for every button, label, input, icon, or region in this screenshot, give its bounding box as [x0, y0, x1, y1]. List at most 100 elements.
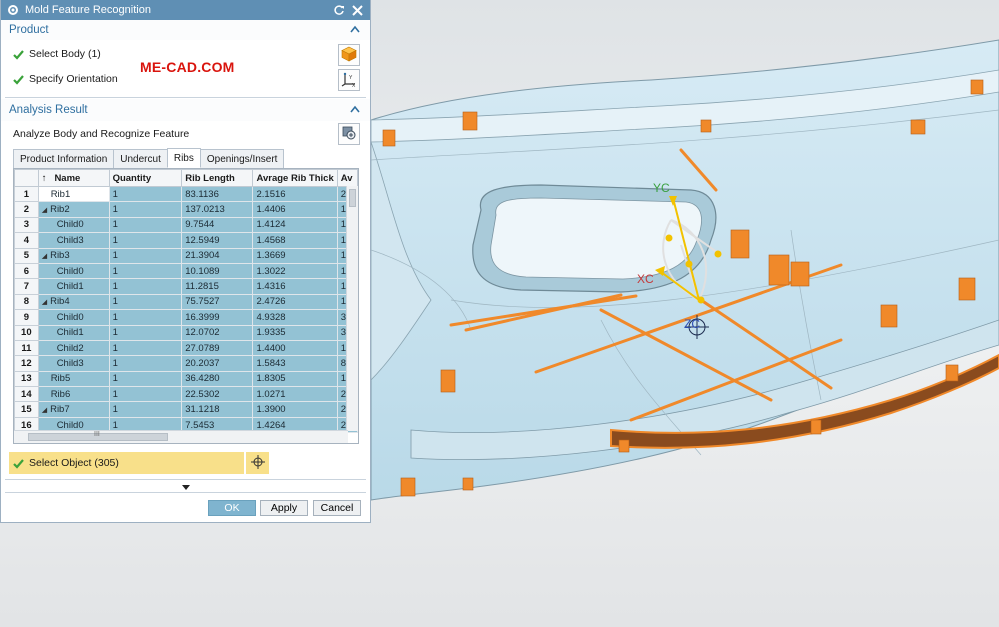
- name-cell[interactable]: ◢ Rib7: [37, 401, 110, 418]
- name-cell[interactable]: Rib6: [37, 386, 110, 403]
- avg-thickness-cell[interactable]: 1.3669: [252, 247, 338, 264]
- ok-button[interactable]: OK: [208, 500, 256, 516]
- rib-length-cell[interactable]: 16.3999: [181, 309, 254, 326]
- tab-ribs[interactable]: Ribs: [166, 148, 201, 168]
- tab-openings-insert[interactable]: Openings/Insert: [199, 149, 285, 168]
- name-cell[interactable]: Child3: [37, 355, 110, 372]
- table-row[interactable]: 9Child0116.39994.93283.9: [14, 309, 358, 326]
- analyze-button[interactable]: [338, 123, 360, 145]
- reset-icon[interactable]: [332, 3, 346, 17]
- quantity-cell[interactable]: 1: [108, 339, 183, 357]
- table-horizontal-scrollbar[interactable]: III: [14, 430, 348, 443]
- name-cell[interactable]: ◢ Rib2: [37, 201, 110, 218]
- name-cell[interactable]: Child2: [37, 339, 110, 357]
- avg-thickness-cell[interactable]: 4.9328: [252, 309, 338, 326]
- row-number-cell[interactable]: 14: [14, 386, 39, 403]
- table-row[interactable]: 13Rib5136.42801.830519: [14, 370, 358, 388]
- rib-length-cell[interactable]: 75.7527: [181, 293, 254, 311]
- specify-orientation-row[interactable]: Specify Orientation: [13, 73, 118, 85]
- quantity-cell[interactable]: 1: [108, 370, 183, 388]
- collapse-icon[interactable]: [350, 25, 362, 35]
- row-number-cell[interactable]: 5: [14, 247, 39, 264]
- row-number-cell[interactable]: 12: [14, 355, 39, 372]
- quantity-cell[interactable]: 1: [108, 247, 183, 264]
- name-cell[interactable]: Rib1: [37, 185, 110, 203]
- rib-length-cell[interactable]: 36.4280: [181, 370, 254, 388]
- product-section-header[interactable]: Product: [1, 20, 370, 40]
- table-row[interactable]: 15◢Rib7131.12181.390020: [14, 401, 358, 418]
- avg-thickness-cell[interactable]: 1.3022: [252, 262, 338, 280]
- row-number-cell[interactable]: 3: [14, 216, 39, 234]
- column-header-quantity[interactable]: Quantity: [108, 169, 183, 187]
- expand-more-icon[interactable]: [181, 483, 191, 491]
- rib-length-cell[interactable]: 12.0702: [181, 324, 254, 341]
- table-row[interactable]: 5◢Rib3121.39041.366913: [14, 247, 358, 264]
- table-row[interactable]: 14Rib6122.53021.027120: [14, 386, 358, 403]
- select-object-field[interactable]: Select Object (305): [9, 452, 244, 474]
- rib-length-cell[interactable]: 11.2815: [181, 278, 254, 295]
- rib-length-cell[interactable]: 9.7544: [181, 216, 254, 234]
- table-row[interactable]: 11Child2127.07891.440016: [14, 339, 358, 357]
- rib-length-cell[interactable]: 83.1136: [181, 185, 254, 203]
- table-row[interactable]: 7Child1111.28151.431614: [14, 278, 358, 295]
- avg-thickness-cell[interactable]: 1.4316: [252, 278, 338, 295]
- row-number-cell[interactable]: 15: [14, 401, 39, 418]
- avg-thickness-cell[interactable]: 1.3900: [252, 401, 338, 418]
- avg-thickness-cell[interactable]: 1.4400: [252, 339, 338, 357]
- quantity-cell[interactable]: 1: [108, 262, 183, 280]
- table-row[interactable]: 2◢Rib21137.02131.440612: [14, 201, 358, 218]
- rib-length-cell[interactable]: 22.5302: [181, 386, 254, 403]
- column-header-avg-rib-thickness[interactable]: Avrage Rib Thick: [252, 169, 338, 187]
- avg-thickness-cell[interactable]: 1.8305: [252, 370, 338, 388]
- row-number-cell[interactable]: 10: [14, 324, 39, 341]
- close-icon[interactable]: [350, 3, 364, 17]
- column-header-name[interactable]: ↑ Name: [37, 169, 110, 187]
- expand-tree-icon[interactable]: ◢: [42, 299, 47, 306]
- table-vertical-scrollbar[interactable]: [346, 186, 358, 431]
- rib-length-cell[interactable]: 12.5949: [181, 232, 254, 249]
- quantity-cell[interactable]: 1: [108, 293, 183, 311]
- table-row[interactable]: 3Child019.75441.412413: [14, 216, 358, 234]
- part-model[interactable]: [371, 0, 999, 627]
- row-number-cell[interactable]: 2: [14, 201, 39, 218]
- quantity-cell[interactable]: 1: [108, 232, 183, 249]
- quantity-cell[interactable]: 1: [108, 355, 183, 372]
- row-number-cell[interactable]: 4: [14, 232, 39, 249]
- row-number-cell[interactable]: 13: [14, 370, 39, 388]
- row-number-cell[interactable]: 9: [14, 309, 39, 326]
- rib-length-cell[interactable]: 20.2037: [181, 355, 254, 372]
- avg-thickness-cell[interactable]: 2.4726: [252, 293, 338, 311]
- collapse-icon[interactable]: [350, 105, 362, 115]
- rib-length-cell[interactable]: 137.0213: [181, 201, 254, 218]
- table-row[interactable]: 12Child3120.20371.58438.9: [14, 355, 358, 372]
- column-header-rib-length[interactable]: Rib Length: [181, 169, 254, 187]
- table-row[interactable]: 8◢Rib4175.75272.472615: [14, 293, 358, 311]
- name-cell[interactable]: Child1: [37, 324, 110, 341]
- dialog-titlebar[interactable]: Mold Feature Recognition: [1, 0, 370, 20]
- name-cell[interactable]: Child1: [37, 278, 110, 295]
- expand-tree-icon[interactable]: ◢: [42, 253, 47, 260]
- rib-length-cell[interactable]: 10.1089: [181, 262, 254, 280]
- rib-length-cell[interactable]: 27.0789: [181, 339, 254, 357]
- name-cell[interactable]: ◢ Rib3: [37, 247, 110, 264]
- analysis-section-header[interactable]: Analysis Result: [1, 99, 370, 121]
- table-row[interactable]: 4Child3112.59491.456814: [14, 232, 358, 249]
- table-row[interactable]: 6Child0110.10891.302213: [14, 262, 358, 280]
- cancel-button[interactable]: Cancel: [313, 500, 361, 516]
- row-number-cell[interactable]: 7: [14, 278, 39, 295]
- avg-thickness-cell[interactable]: 1.5843: [252, 355, 338, 372]
- avg-thickness-cell[interactable]: 2.1516: [252, 185, 338, 203]
- quantity-cell[interactable]: 1: [108, 278, 183, 295]
- rib-length-cell[interactable]: 31.1218: [181, 401, 254, 418]
- avg-thickness-cell[interactable]: 1.9335: [252, 324, 338, 341]
- avg-thickness-cell[interactable]: 1.4124: [252, 216, 338, 234]
- name-cell[interactable]: Child0: [37, 309, 110, 326]
- row-number-cell[interactable]: 1: [14, 185, 39, 203]
- row-number-cell[interactable]: 11: [14, 339, 39, 357]
- avg-thickness-cell[interactable]: 1.4568: [252, 232, 338, 249]
- quantity-cell[interactable]: 1: [108, 201, 183, 218]
- quantity-cell[interactable]: 1: [108, 324, 183, 341]
- select-body-row[interactable]: Select Body (1): [13, 48, 101, 60]
- table-row[interactable]: 1Rib1183.11362.15162.0: [14, 185, 358, 203]
- name-cell[interactable]: ◢ Rib4: [37, 293, 110, 311]
